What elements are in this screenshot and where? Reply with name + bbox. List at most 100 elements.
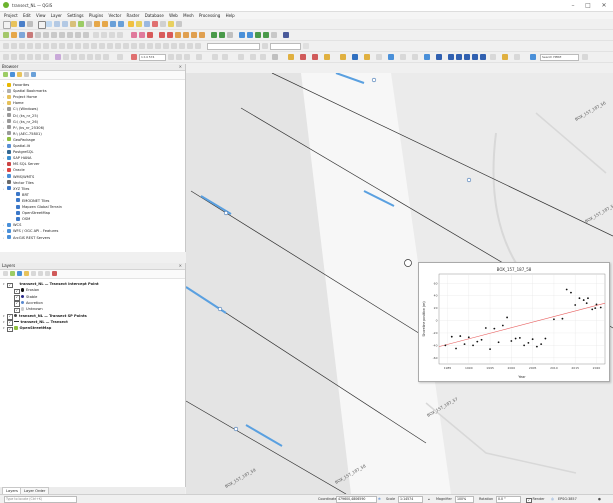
html-annotation-icon[interactable] xyxy=(11,54,17,60)
search-go-icon[interactable] xyxy=(582,54,588,60)
grass-tools-icon[interactable] xyxy=(239,32,245,38)
crs-button[interactable]: EPSG:3857 xyxy=(558,496,577,502)
open-styling-icon[interactable] xyxy=(3,271,8,276)
add-feature-icon[interactable] xyxy=(27,32,33,38)
intercept-point[interactable] xyxy=(466,177,472,183)
intercept-point[interactable] xyxy=(233,426,239,432)
simplify-icon[interactable] xyxy=(155,43,161,49)
advanced-digitize-icon[interactable] xyxy=(99,43,105,49)
layer-item[interactable]: ✓ Erosion xyxy=(14,287,39,295)
plugin-c-icon[interactable] xyxy=(147,32,153,38)
bookmark-add-icon[interactable] xyxy=(184,54,190,60)
menu-view[interactable]: View xyxy=(36,12,46,19)
offset-curve-icon[interactable] xyxy=(123,43,129,49)
browser-item[interactable]: › P:\ (ks_nr_25306) xyxy=(3,125,44,131)
attribute-table-icon[interactable] xyxy=(144,21,150,27)
plugin-r6-icon[interactable] xyxy=(364,54,370,60)
menu-processing[interactable]: Processing xyxy=(199,12,220,19)
field-calculator-icon[interactable] xyxy=(152,21,158,27)
open-project-icon[interactable] xyxy=(11,21,17,27)
annotation-icon[interactable] xyxy=(176,21,182,27)
label-move-icon[interactable] xyxy=(109,32,115,38)
browser-item[interactable]: › C:\ (Windows) xyxy=(3,106,38,112)
map-tips-icon[interactable] xyxy=(168,21,174,27)
plugin-e-icon[interactable] xyxy=(167,32,173,38)
layer-styling-icon[interactable] xyxy=(117,54,123,60)
select-features-icon[interactable] xyxy=(136,21,142,27)
browser-item[interactable]: › MS SQL Server xyxy=(3,161,40,167)
plugin-r3-icon[interactable] xyxy=(324,54,330,60)
plugin-r7-icon[interactable] xyxy=(376,54,382,60)
decoration-icon[interactable] xyxy=(55,54,61,60)
messages-icon[interactable]: ● xyxy=(598,496,601,502)
plugin-r20-icon[interactable] xyxy=(514,54,520,60)
snap-topology-icon[interactable] xyxy=(75,43,81,49)
statistics-icon[interactable] xyxy=(87,54,93,60)
close-button[interactable]: ✕ xyxy=(597,1,611,10)
style-manager-icon[interactable] xyxy=(43,54,49,60)
layer-item[interactable]: ✓ Stable xyxy=(14,294,37,301)
browser-item[interactable]: › Spatial-lit xyxy=(3,143,30,149)
menu-settings[interactable]: Settings xyxy=(67,12,83,19)
browser-item[interactable]: › D:\ (ks_nr_25) xyxy=(3,113,38,119)
menu-mesh[interactable]: Mesh xyxy=(183,12,194,19)
paste-features-icon[interactable] xyxy=(67,32,73,38)
filter-icon[interactable] xyxy=(17,72,22,77)
plugin-r18-icon[interactable] xyxy=(490,54,496,60)
plugin-a-icon[interactable] xyxy=(131,32,137,38)
menu-web[interactable]: Web xyxy=(169,12,178,19)
filter-legend-icon[interactable] xyxy=(24,271,29,276)
plugin-r13-icon[interactable] xyxy=(448,54,454,60)
snap-segment-icon[interactable] xyxy=(19,43,25,49)
snap-trace-icon[interactable] xyxy=(83,43,89,49)
browser-item[interactable]: EMODNET Tiles xyxy=(12,198,49,204)
crs-icon[interactable]: ◎ xyxy=(551,496,554,502)
plugin-h-icon[interactable] xyxy=(191,32,197,38)
new-project-icon[interactable] xyxy=(3,21,11,29)
plugin-r5-icon[interactable] xyxy=(352,54,358,60)
layer-item[interactable]: ▾ ✓ transect_NL — Transect xyxy=(3,319,68,326)
lock-scale-icon[interactable] xyxy=(168,54,174,60)
layer-item[interactable]: ▾ ✓ OpenStreetMap xyxy=(3,325,51,333)
browser-item[interactable]: OpenStreetMap xyxy=(12,210,50,216)
cut-features-icon[interactable] xyxy=(51,32,57,38)
browser-item[interactable]: › GeoPackage xyxy=(3,137,35,143)
svg-annotation-icon[interactable] xyxy=(19,54,25,60)
browser-item[interactable]: › WCS xyxy=(3,222,21,228)
pan-icon[interactable] xyxy=(38,21,46,29)
menu-layer[interactable]: Layer xyxy=(51,12,62,19)
plugin-r1-icon[interactable] xyxy=(300,54,306,60)
plugin-b-icon[interactable] xyxy=(139,32,145,38)
layer-item[interactable]: ✓ Accretion xyxy=(14,300,43,307)
delete-selected-icon[interactable] xyxy=(43,32,49,38)
show-bookmarks-icon[interactable] xyxy=(196,54,202,60)
pin-icon[interactable] xyxy=(288,54,294,60)
plugin-r17-icon[interactable] xyxy=(480,54,486,60)
browser-item[interactable]: › Vector Tiles xyxy=(3,180,34,186)
print-layout-icon[interactable] xyxy=(27,21,33,27)
model-designer-icon[interactable] xyxy=(219,32,225,38)
add-part-icon[interactable] xyxy=(171,43,177,49)
layer-select-icon[interactable] xyxy=(303,43,309,49)
pan-to-selection-icon[interactable] xyxy=(46,21,52,27)
properties-icon[interactable] xyxy=(31,72,36,77)
layer-item[interactable]: ✓ Unknown xyxy=(14,306,43,314)
zoom-layer-icon[interactable] xyxy=(78,21,84,27)
label-rotate-icon[interactable] xyxy=(117,32,123,38)
browser-item[interactable]: › G:\ (ks_nr_26) xyxy=(3,119,38,125)
plugin-r16-icon[interactable] xyxy=(472,54,478,60)
undo-icon[interactable] xyxy=(75,32,81,38)
copy-features-icon[interactable] xyxy=(59,32,65,38)
plugin-r15-icon[interactable] xyxy=(464,54,470,60)
merge-features-icon[interactable] xyxy=(139,43,145,49)
browser-item[interactable]: › Oracle xyxy=(3,167,25,173)
overview-icon[interactable] xyxy=(238,54,244,60)
metasearch-icon[interactable] xyxy=(247,32,253,38)
plugin-r9-icon[interactable] xyxy=(400,54,406,60)
menu-database[interactable]: Database xyxy=(145,12,164,19)
plugin-r4-icon[interactable] xyxy=(340,54,346,60)
menu-help[interactable]: Help xyxy=(226,12,235,19)
tile-scale-icon[interactable] xyxy=(212,54,218,60)
browser-item[interactable]: › PostgreSQL xyxy=(3,149,34,155)
plugin-d-icon[interactable] xyxy=(159,32,165,38)
